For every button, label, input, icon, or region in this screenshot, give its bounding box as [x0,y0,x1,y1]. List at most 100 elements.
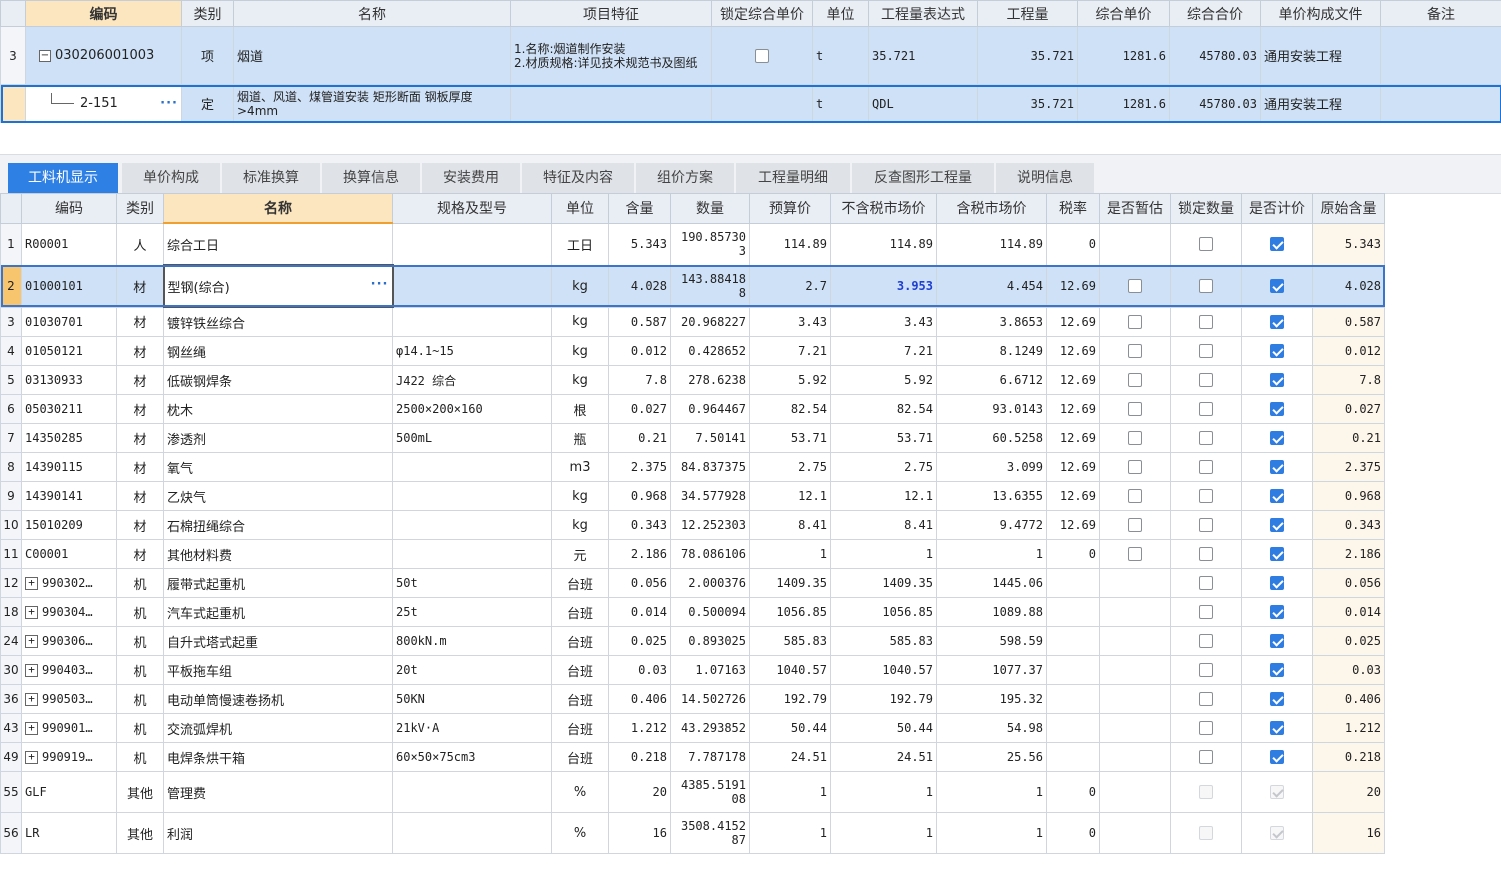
name-cell[interactable]: 镀锌铁丝综合 [163,306,393,337]
name-cell[interactable]: 渗透剂 [163,423,393,453]
estimate-cell[interactable] [1099,742,1171,772]
spec-cell[interactable]: 50KN [392,684,552,714]
expr-cell[interactable]: QDL [868,84,978,123]
type-cell[interactable]: 项 [181,26,234,85]
market-notax-cell[interactable]: 24.51 [830,742,937,772]
market-tax-cell[interactable]: 9.4772 [936,510,1047,540]
col-header-total[interactable]: 综合合价 [1169,0,1261,27]
content-cell[interactable]: 0.014 [608,597,671,627]
rate-cell[interactable]: 12.69 [1046,481,1100,511]
estimate-checkbox[interactable] [1128,279,1142,293]
market-notax-cell[interactable]: 5.92 [830,365,937,395]
unit-cell[interactable]: % [551,771,609,813]
estimate-checkbox[interactable] [1128,373,1142,387]
expand-icon[interactable]: + [25,606,38,619]
rate-cell[interactable] [1046,655,1100,685]
priced-cell[interactable] [1241,264,1313,308]
rate-cell[interactable]: 12.69 [1046,336,1100,366]
market-tax-cell[interactable]: 1 [936,539,1047,569]
code-cell[interactable]: 14390141 [21,481,117,511]
priced-cell[interactable] [1241,655,1313,685]
type-cell[interactable]: 材 [116,481,164,511]
col-header-feature[interactable]: 项目特征 [510,0,712,27]
spec-cell[interactable]: J422 综合 [392,365,552,395]
rate-cell[interactable] [1046,626,1100,656]
lock-qty-checkbox[interactable] [1199,314,1213,329]
name-cell[interactable]: 乙炔气 [163,481,393,511]
rate-cell[interactable]: 12.69 [1046,306,1100,337]
resource-row[interactable]: 10 15010209 材石棉扭绳综合 kg 0.343 12.252303 8.41 8.4… [0,510,1385,540]
content-cell[interactable]: 0.025 [608,626,671,656]
priced-checkbox[interactable] [1270,460,1284,474]
lock-qty-cell[interactable] [1170,597,1242,627]
market-notax-cell[interactable]: 1 [830,539,937,569]
unit-cell[interactable]: kg [551,365,609,395]
lock-qty-checkbox[interactable] [1199,634,1213,648]
budget-cell[interactable]: 12.1 [749,481,831,511]
unit-cell[interactable]: kg [551,264,609,308]
estimate-cell[interactable] [1099,626,1171,656]
type-cell[interactable]: 机 [116,568,164,598]
estimate-cell[interactable] [1099,713,1171,743]
unit-cell[interactable]: 工日 [551,222,609,266]
priced-cell[interactable] [1241,713,1313,743]
resource-row[interactable]: 49 +990919… 机电焊条烘干箱 60×50×75cm3 台班 0.218 7.787… [0,742,1385,772]
priced-cell[interactable] [1241,539,1313,569]
resource-row[interactable]: 8 14390115 材氧气 m3 2.375 84.837375 2.75 2.75 3.09… [0,452,1385,482]
col-header-unit[interactable]: 单位 [551,193,609,224]
more-icon[interactable]: ··· [371,277,389,292]
estimate-checkbox[interactable] [1128,547,1142,561]
resource-row[interactable]: 18 +990304… 机汽车式起重机 25t 台班 0.014 0.500094 1056.… [0,597,1385,627]
market-tax-cell[interactable]: 1445.06 [936,568,1047,598]
estimate-checkbox[interactable] [1128,431,1142,445]
tab-install-fee[interactable]: 安装费用 [422,163,522,193]
market-tax-cell[interactable]: 1 [936,771,1047,813]
content-cell[interactable]: 5.343 [608,222,671,266]
estimate-cell[interactable] [1099,365,1171,395]
priced-checkbox[interactable] [1270,373,1284,387]
name-cell[interactable]: 烟道、风道、煤管道安装 矩形断面 钢板厚度>4mm [233,84,511,123]
tab-feature-content[interactable]: 特征及内容 [522,163,636,193]
market-notax-cell[interactable]: 7.21 [830,336,937,366]
market-tax-cell[interactable]: 3.8653 [936,306,1047,337]
orig-content-cell[interactable]: 5.343 [1312,222,1385,266]
code-cell[interactable]: GLF [21,771,117,813]
priced-cell[interactable] [1241,626,1313,656]
content-cell[interactable]: 1.212 [608,713,671,743]
market-tax-cell[interactable]: 8.1249 [936,336,1047,366]
content-cell[interactable]: 0.21 [608,423,671,453]
name-cell[interactable]: 氧气 [163,452,393,482]
tab-pricing-plan[interactable]: 组价方案 [636,163,736,193]
priced-checkbox[interactable] [1270,314,1284,329]
spec-cell[interactable] [392,222,552,266]
rate-cell[interactable]: 0 [1046,771,1100,813]
spec-cell[interactable]: 20t [392,655,552,685]
budget-cell[interactable]: 114.89 [749,222,831,266]
qty-cell[interactable]: 34.577928 [670,481,750,511]
budget-cell[interactable]: 5.92 [749,365,831,395]
content-cell[interactable]: 0.218 [608,742,671,772]
type-cell[interactable]: 机 [116,626,164,656]
market-tax-cell[interactable]: 54.98 [936,713,1047,743]
spec-cell[interactable]: 2500×200×160 [392,394,552,424]
type-cell[interactable]: 材 [116,336,164,366]
code-cell[interactable]: LR [21,812,117,854]
market-notax-cell[interactable]: 82.54 [830,394,937,424]
unit-cell[interactable]: kg [551,510,609,540]
code-cell[interactable]: 05030211 [21,394,117,424]
market-tax-cell[interactable]: 4.454 [936,264,1047,308]
market-notax-cell[interactable]: 3.953 [830,264,937,308]
qty-cell[interactable]: 3508.415287 [670,812,750,854]
market-notax-cell[interactable]: 8.41 [830,510,937,540]
lock-qty-cell[interactable] [1170,452,1242,482]
lock-qty-checkbox[interactable] [1199,721,1213,735]
lock-qty-cell[interactable] [1170,713,1242,743]
code-cell[interactable]: 03130933 [21,365,117,395]
lock-qty-cell[interactable] [1170,394,1242,424]
unit-cell[interactable]: % [551,812,609,854]
budget-cell[interactable]: 8.41 [749,510,831,540]
col-header-file[interactable]: 单价构成文件 [1260,0,1381,27]
resource-row[interactable]: 6 05030211 材枕木 2500×200×160 根 0.027 0.964467 82… [0,394,1385,424]
lock-qty-cell[interactable] [1170,222,1242,266]
col-header-spec[interactable]: 规格及型号 [392,193,552,224]
